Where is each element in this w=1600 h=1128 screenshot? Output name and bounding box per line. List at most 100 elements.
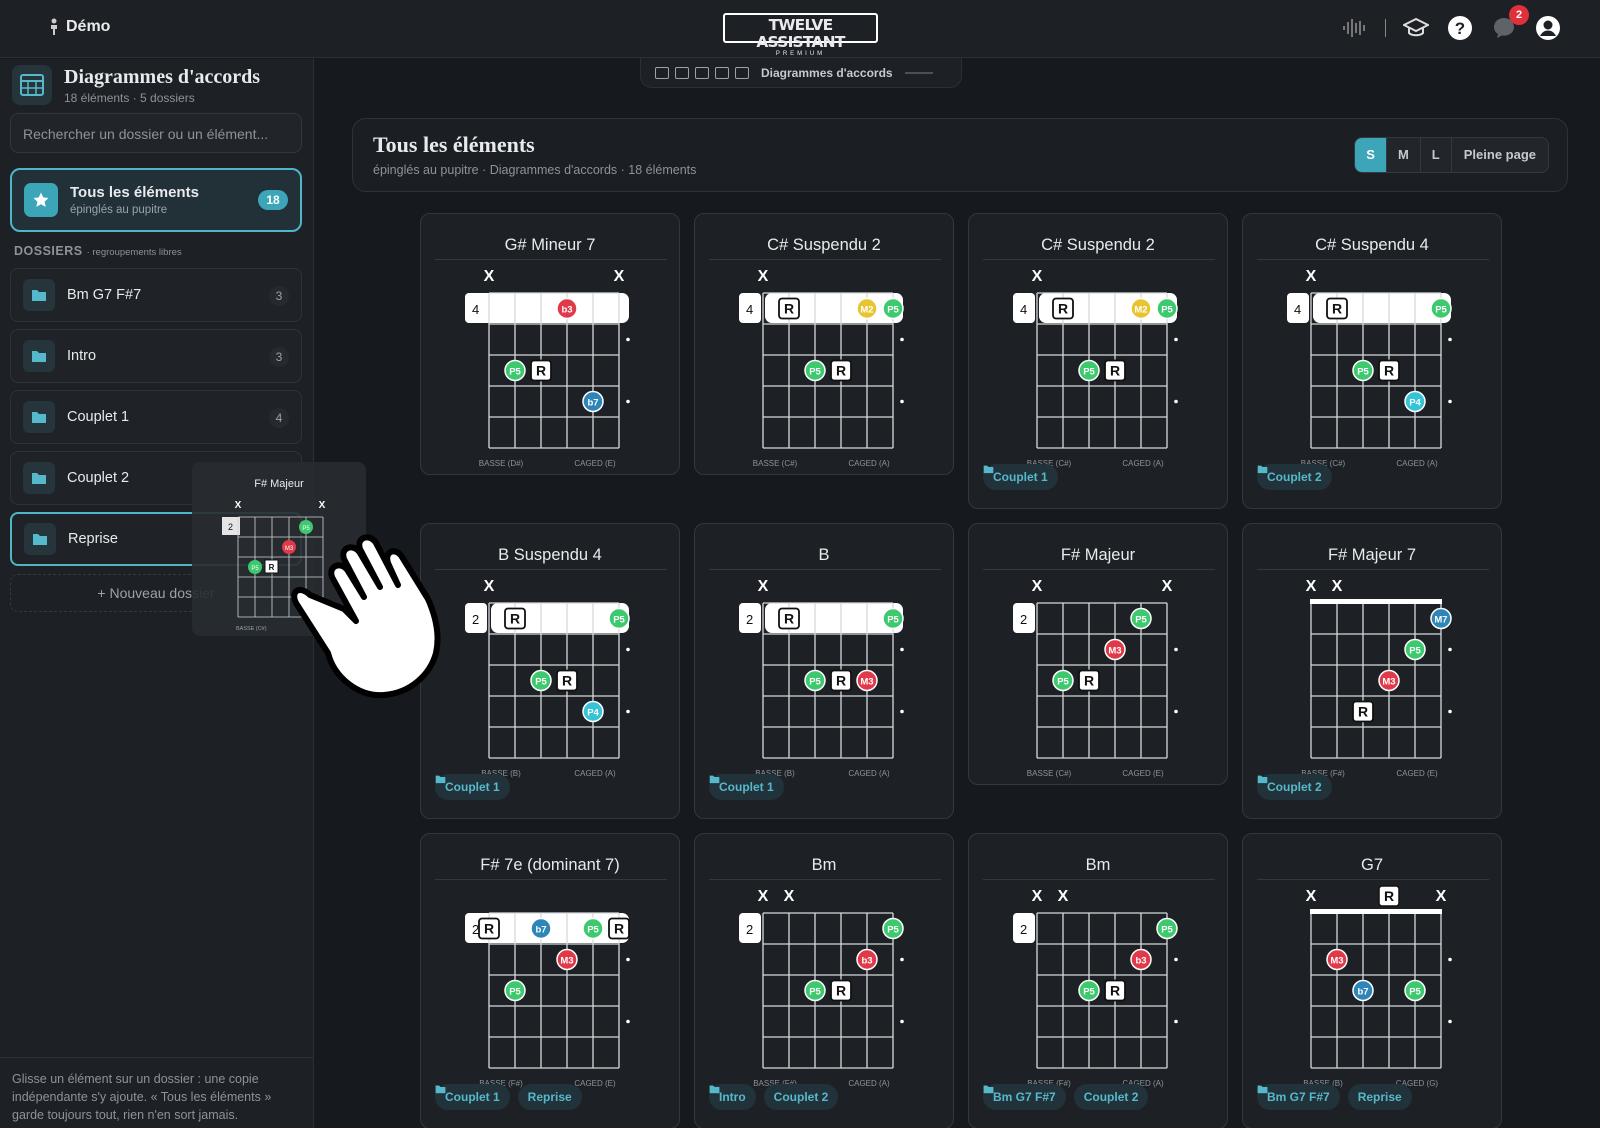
grab-cursor-icon	[291, 534, 441, 699]
interval-label: P5	[1409, 646, 1421, 657]
muted-string-mark: X	[1306, 268, 1317, 285]
chord-card[interactable]: Bm2XXP5b3P5RBASSE (F#)CAGED (A)IntroCoup…	[694, 833, 954, 1128]
folder-icon	[23, 340, 55, 372]
size-m-button[interactable]: M	[1387, 138, 1421, 172]
chord-card[interactable]: C# Suspendu 2 4 X R M2 P5 P5 R BASSE (C#) CAGED (…	[968, 213, 1228, 509]
folder-tag[interactable]: Couplet 1	[435, 774, 510, 800]
chord-card[interactable]: C# Suspendu 4 4 X R P5 P5 R P4 BASSE (C#) CAGED (…	[1242, 213, 1502, 509]
muted-string-mark: X	[758, 888, 769, 905]
chord-diagram: 4XR P5P5 RP4BASSE (C#) CAGED (A)	[1287, 268, 1452, 468]
interval-label: P5	[1135, 615, 1147, 626]
folder-tag[interactable]: Couplet 2	[1257, 464, 1332, 490]
folder-tag[interactable]: Couplet 1	[983, 464, 1058, 490]
position-marker	[626, 647, 630, 652]
folder-icon	[23, 279, 55, 311]
fretboard-icon[interactable]	[735, 66, 749, 79]
position-marker	[1448, 647, 1452, 652]
chord-card[interactable]: B 2 X R P5 P5 R M3 BASSE (B) CAGED (A) Couplet 1	[694, 523, 954, 819]
interval-label: M3	[560, 956, 573, 967]
folder-tag[interactable]: Reprise	[435, 1084, 582, 1110]
chord-card[interactable]: G# Mineur 7 4 X Xb3 P5 Rb7 BASSE (D#) CAGED (E)	[420, 213, 680, 475]
muted-string-mark: X	[614, 268, 625, 285]
page-icon[interactable]	[675, 66, 689, 79]
chord-diagram: 2 Rb7 P5 RM3P5BASSE (F#) CAGED (E)	[465, 912, 630, 1088]
muted-string-mark: X	[1058, 888, 1069, 905]
position-marker	[1174, 647, 1178, 652]
bass-label: BASSE (C#)	[753, 459, 798, 468]
drag-preview-title: F# Majeur	[254, 478, 304, 490]
chord-diagram: X XM7P5M3RBASSE (F#) CAGED (E)	[1301, 578, 1452, 778]
svg-text:2: 2	[228, 522, 233, 532]
table-icon[interactable]	[715, 66, 729, 79]
folder-tag[interactable]: Couplet 2	[709, 1084, 839, 1110]
page-subtitle: épinglés au pupitre · Diagrammes d'accor…	[373, 163, 697, 177]
folder-tag[interactable]: Couplet 2	[1257, 774, 1332, 800]
svg-text:R: R	[1358, 704, 1368, 720]
folder-icon	[1257, 465, 1268, 474]
interval-label: P5	[1409, 987, 1421, 998]
fret-number: 4	[1294, 302, 1301, 317]
folders-heading: DOSSIERS · regroupements libres	[14, 244, 182, 258]
size-l-button[interactable]: L	[1421, 138, 1452, 172]
waveform-icon[interactable]	[1341, 14, 1369, 42]
interval-label: P5	[1083, 987, 1095, 998]
chord-card[interactable]: Bm2XXP5b3P5RBASSE (F#)CAGED (A)Bm G7 F#7…	[968, 833, 1228, 1128]
caged-label: CAGED (A)	[574, 769, 616, 778]
muted-string-mark: X	[1306, 578, 1317, 595]
folder-item[interactable]: Intro 3	[10, 329, 302, 383]
chord-card[interactable]: F# Majeur 7 X X M7 P5 M3 R BASSE (F#) CAGED (E) C…	[1242, 523, 1502, 819]
chat-icon[interactable]: 2	[1490, 5, 1529, 42]
sidebar-subtitle: 18 éléments · 5 dossiers	[64, 90, 195, 105]
user-name: Démo	[66, 18, 111, 35]
folder-item[interactable]: Couplet 1 4	[10, 390, 302, 444]
chord-card[interactable]: G7XXRM3b7P5BASSE (B)CAGED (G)Bm G7 F#7Re…	[1242, 833, 1502, 1128]
help-icon[interactable]: ?	[1446, 14, 1474, 42]
nut	[1310, 599, 1442, 604]
notification-badge: 2	[1509, 5, 1529, 25]
svg-text:R: R	[484, 921, 494, 937]
position-marker	[1174, 1019, 1178, 1024]
position-marker	[1448, 957, 1452, 962]
folder-tag[interactable]: Bm G7 F#7	[1257, 1084, 1340, 1110]
interval-label: P5	[1161, 925, 1173, 936]
figure-icon	[51, 18, 57, 35]
muted-string-mark: X	[1436, 888, 1447, 905]
interval-label: P5	[809, 677, 821, 688]
svg-text:R: R	[614, 921, 624, 937]
chord-card[interactable]: B Suspendu 4 2 X R P5 P5 R P4 BASSE (B) CAGED (A)…	[420, 523, 680, 819]
folder-tag[interactable]: Couplet 2	[983, 1084, 1149, 1110]
chord-card[interactable]: F# 7e (dominant 7) 2 Rb7 P5 R M3 P5 BASSE (F#) C…	[420, 833, 680, 1128]
interval-label: P5	[509, 367, 521, 378]
folder-tag[interactable]: Reprise	[1257, 1084, 1412, 1110]
fret-number: 4	[1020, 302, 1027, 317]
user-icon[interactable]	[1534, 14, 1562, 42]
fret-number: 4	[472, 302, 479, 317]
chord-diagram: 2XR P5P5 RP4BASSE (B) CAGED (A)	[465, 578, 630, 778]
app-logo: TWELVE ASSISTANT PREMIUM	[723, 13, 878, 57]
muted-string-mark: X	[1032, 578, 1043, 595]
folder-tag[interactable]: Bm G7 F#7	[983, 1084, 1066, 1110]
full-page-button[interactable]: Pleine page	[1452, 138, 1548, 172]
interval-label: M3	[1108, 646, 1121, 657]
view-icon[interactable]	[655, 66, 669, 79]
folder-tag[interactable]: Couplet 1	[709, 774, 784, 800]
folder-tag[interactable]: Couplet 1	[435, 1084, 510, 1110]
svg-text:R: R	[1084, 673, 1094, 689]
position-marker	[900, 1019, 904, 1024]
folder-icon	[23, 401, 55, 433]
interval-label: P5	[1161, 305, 1173, 316]
user-menu[interactable]: Démo	[48, 18, 110, 36]
grid-view-icon[interactable]	[695, 66, 709, 79]
all-items-button[interactable]: Tous les éléments épinglés au pupitre 18	[10, 168, 302, 232]
interval-label: P5	[535, 677, 547, 688]
chord-card[interactable]: F# Majeur 2 X X P5 M3 P5 R BASSE (C#) CAGED (E)	[968, 523, 1228, 785]
graduation-cap-icon[interactable]	[1402, 14, 1430, 42]
size-s-button[interactable]: S	[1355, 138, 1387, 172]
interval-label: b3	[861, 956, 872, 967]
interval-label: P5	[809, 987, 821, 998]
position-marker	[1448, 399, 1452, 404]
interval-label: P5	[509, 987, 521, 998]
search-input[interactable]: Rechercher un dossier ou un élément...	[10, 113, 302, 153]
chord-card[interactable]: C# Suspendu 2 4 X R M2 P5 P5 R BASSE (C#) CAGED (…	[694, 213, 954, 475]
folder-item[interactable]: Bm G7 F#7 3	[10, 268, 302, 322]
